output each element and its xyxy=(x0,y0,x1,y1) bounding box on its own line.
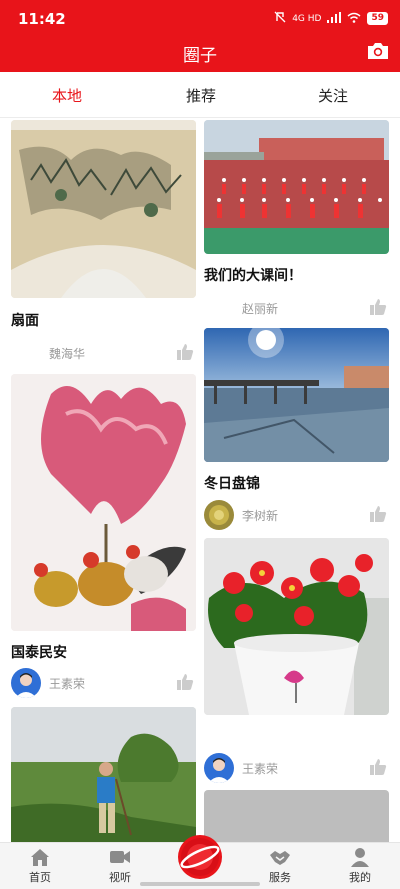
post-image-rooster-painting[interactable] xyxy=(11,374,196,631)
tab-bar: 本地 推荐 关注 xyxy=(0,72,400,118)
planet-icon xyxy=(178,838,222,883)
like-icon[interactable] xyxy=(176,673,194,691)
nav-mine-label: 我的 xyxy=(349,871,371,884)
post-title: 国泰民安 xyxy=(11,645,67,661)
status-icons: 4G HD 59 xyxy=(274,11,388,26)
avatar xyxy=(204,293,234,323)
video-icon xyxy=(109,847,131,867)
post-card[interactable]: 扇面 魏海华 xyxy=(11,120,196,368)
author-name: 赵丽新 xyxy=(242,301,279,316)
post-title: 我们的大课间！ xyxy=(204,268,302,284)
post-author: 赵丽新 xyxy=(204,292,389,324)
avatar xyxy=(204,500,234,530)
avatar xyxy=(11,668,41,698)
post-image-placeholder[interactable] xyxy=(204,790,389,842)
post-card[interactable]: 王素荣 xyxy=(204,538,389,788)
status-time: 11:42 xyxy=(18,10,66,28)
nav-home[interactable]: 首页 xyxy=(10,847,70,885)
tab-follow[interactable]: 关注 xyxy=(318,85,348,106)
post-card[interactable]: 国泰民安 王素荣 xyxy=(11,374,196,699)
nav-video-label: 视听 xyxy=(109,871,131,884)
post-card[interactable] xyxy=(11,707,196,842)
mute-icon xyxy=(274,11,286,26)
network-label: 4G HD xyxy=(292,13,322,24)
camera-icon[interactable] xyxy=(366,40,390,62)
post-image-fan-painting[interactable] xyxy=(11,120,196,298)
author-name: 王素荣 xyxy=(49,676,86,691)
signal-icon xyxy=(327,11,342,26)
post-card[interactable] xyxy=(204,790,389,842)
wifi-icon xyxy=(347,12,361,26)
bottom-nav: 首页 视听 服务 我的 xyxy=(0,835,400,889)
post-image-garden[interactable] xyxy=(11,707,196,842)
post-card[interactable]: 我们的大课间！ 赵丽新 xyxy=(204,120,389,325)
like-icon[interactable] xyxy=(176,343,194,361)
post-author: 王素荣 xyxy=(204,752,389,784)
home-icon xyxy=(29,847,51,867)
like-icon[interactable] xyxy=(369,758,387,776)
feed-grid: 扇面 魏海华 国泰民安 王素荣 我们的大课间！ 赵丽新 冬日盘锦 李树新 王素荣 xyxy=(0,118,400,842)
nav-mine[interactable]: 我的 xyxy=(330,847,390,885)
nav-service[interactable]: 服务 xyxy=(250,847,310,885)
post-title: 冬日盘锦 xyxy=(204,476,260,492)
author-name: 王素荣 xyxy=(242,761,279,776)
post-author: 王素荣 xyxy=(11,667,196,699)
post-card[interactable]: 冬日盘锦 李树新 xyxy=(204,328,389,533)
tab-local[interactable]: 本地 xyxy=(52,85,82,106)
post-title: 扇面 xyxy=(11,313,39,329)
gesture-bar xyxy=(140,882,260,886)
post-author: 魏海华 xyxy=(11,337,196,369)
person-icon xyxy=(349,847,371,867)
like-icon[interactable] xyxy=(369,298,387,316)
post-image-flowers[interactable] xyxy=(204,538,389,715)
page-title: 圈子 xyxy=(183,46,217,66)
post-image-winter-lake[interactable] xyxy=(204,328,389,462)
avatar xyxy=(204,753,234,783)
author-name: 李树新 xyxy=(242,508,279,523)
avatar xyxy=(11,338,41,368)
post-image-schoolyard[interactable] xyxy=(204,120,389,254)
app-header: 11:42 4G HD 59 圈子 xyxy=(0,0,400,72)
like-icon[interactable] xyxy=(369,505,387,523)
post-author: 李树新 xyxy=(204,499,389,531)
status-bar: 11:42 4G HD 59 xyxy=(0,0,400,36)
tab-recommend[interactable]: 推荐 xyxy=(186,85,216,106)
author-name: 魏海华 xyxy=(49,346,86,361)
nav-service-label: 服务 xyxy=(269,871,291,884)
nav-home-label: 首页 xyxy=(29,871,51,884)
battery-indicator: 59 xyxy=(367,12,388,25)
nav-center-button[interactable] xyxy=(178,835,222,879)
handshake-icon xyxy=(269,847,291,867)
nav-video[interactable]: 视听 xyxy=(90,847,150,885)
